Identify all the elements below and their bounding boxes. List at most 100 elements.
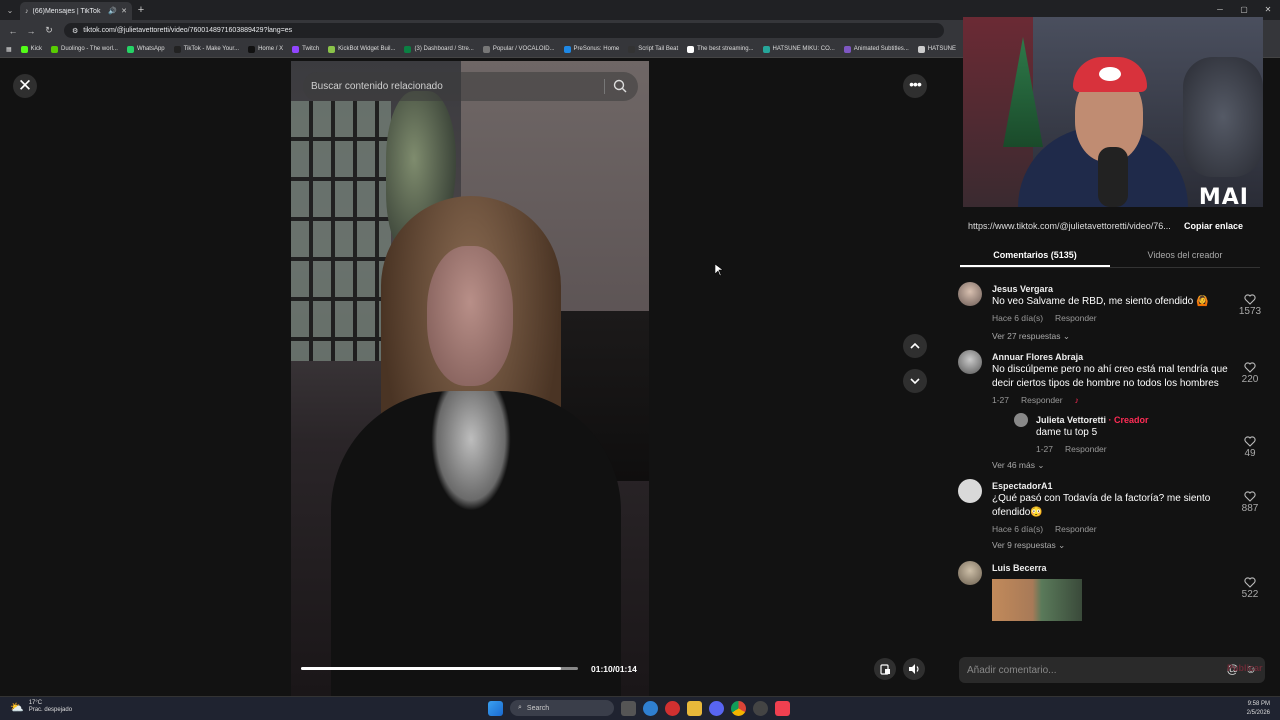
windows-start-icon[interactable] [488, 700, 503, 716]
reply-button[interactable]: Responder [1055, 524, 1097, 534]
comment-username[interactable]: Julieta Vettoretti [1036, 415, 1106, 425]
heart-icon [1244, 491, 1256, 502]
comment-date: Hace 6 día(s) [992, 524, 1044, 534]
view-replies-button[interactable]: Ver 9 respuestas ⌄ [992, 540, 1230, 551]
close-video-button[interactable]: ✕ [13, 74, 37, 98]
reply-button[interactable]: Responder [1055, 313, 1097, 323]
webcam-person-cap [1073, 57, 1147, 92]
reply-button[interactable]: Responder [1021, 395, 1063, 405]
bookmark-item[interactable]: HATSUNE [917, 45, 956, 53]
bookmark-label: WhatsApp [136, 46, 165, 52]
avatar[interactable] [958, 350, 982, 374]
bookmark-item[interactable]: Popular / VOCALOID... [482, 45, 555, 53]
bookmark-label: (3) Dashboard / Stre... [414, 46, 474, 52]
reply-button[interactable]: Responder [1065, 444, 1107, 454]
bookmark-favicon-icon [404, 45, 412, 53]
avatar[interactable] [958, 561, 982, 585]
next-video-button[interactable] [903, 369, 927, 393]
bookmark-item[interactable]: WhatsApp [126, 45, 165, 53]
discord-icon[interactable] [709, 700, 724, 716]
tab-audio-icon[interactable]: 🔊 [108, 7, 117, 15]
bookmark-item[interactable]: Twitch [292, 45, 319, 53]
file-explorer-icon[interactable] [687, 700, 702, 716]
previous-video-button[interactable] [903, 334, 927, 358]
bookmark-item[interactable]: Duolingo - The worl... [51, 45, 118, 53]
comment-item: EspectadorA1 ¿Qué pasó con Todavía de la… [958, 479, 1270, 551]
music-app-icon[interactable] [775, 700, 790, 716]
bookmark-item[interactable]: TikTok - Make Your... [173, 45, 239, 53]
bookmark-item[interactable]: Home / X [248, 45, 283, 53]
webcam-logo: MAI [1198, 185, 1249, 207]
comment-username[interactable]: Annuar Flores Abraja [992, 352, 1230, 362]
publish-button[interactable]: Publicar [1227, 663, 1263, 673]
system-clock[interactable]: 9:58 PM 2/5/2026 [1247, 700, 1270, 718]
more-options-button[interactable]: ••• [903, 74, 927, 98]
bookmark-item[interactable]: PreSonus: Home [563, 45, 619, 53]
tab-search-icon[interactable]: ⌄ [0, 0, 20, 20]
webcam-bg-drums [1183, 57, 1263, 177]
comment-item: Jesus Vergara No veo Salvame de RBD, me … [958, 282, 1270, 342]
weather-widget[interactable]: ⛅ 17°C Prac. despejado [10, 700, 72, 714]
forward-icon[interactable]: → [22, 26, 40, 36]
volume-button[interactable] [903, 658, 925, 680]
comment-username[interactable]: EspectadorA1 [992, 481, 1230, 491]
video-person-necklace [431, 391, 511, 511]
site-info-icon[interactable]: ⚙ [72, 27, 78, 35]
bookmark-label: Popular / VOCALOID... [492, 46, 555, 52]
picture-in-picture-button[interactable] [874, 658, 896, 680]
weather-desc: Prac. despejado [28, 707, 73, 713]
bookmark-item[interactable]: The best streaming... [687, 45, 754, 53]
bookmark-item[interactable]: Kick [20, 45, 42, 53]
pip-icon [879, 663, 890, 675]
bookmark-item[interactable]: (3) Dashboard / Stre... [404, 45, 474, 53]
like-button[interactable]: 49 [1236, 436, 1264, 459]
tab-comments[interactable]: Comentarios (5135) [960, 245, 1110, 267]
avatar[interactable] [958, 282, 982, 306]
bookmark-favicon-icon [292, 45, 300, 53]
apps-grid-icon[interactable]: ▦ [6, 46, 12, 53]
task-view-icon[interactable] [621, 700, 636, 716]
chrome-icon[interactable] [731, 700, 746, 716]
bookmark-item[interactable]: Animated Subtitles... [843, 45, 909, 53]
bookmark-item[interactable]: HATSUNE MIKU: CO... [762, 45, 835, 53]
tab-creator-videos[interactable]: Videos del creador [1110, 245, 1260, 267]
obs-icon[interactable] [753, 700, 768, 716]
new-tab-button[interactable]: + [132, 4, 150, 16]
view-more-replies-button[interactable]: Ver 46 más ⌄ [992, 460, 1230, 471]
back-icon[interactable]: ← [4, 26, 22, 36]
taskbar-search[interactable]: ⌕ Search [510, 700, 614, 716]
bookmark-item[interactable]: Script Tail Beat [628, 45, 678, 53]
like-button[interactable]: 220 [1236, 362, 1264, 385]
reload-icon[interactable]: ↻ [40, 25, 58, 36]
share-link-url[interactable]: https://www.tiktok.com/@julietavettorett… [959, 217, 1174, 235]
avatar[interactable] [1014, 413, 1028, 427]
avatar[interactable] [958, 479, 982, 503]
bookmark-label: KickBot Widget Buil... [338, 46, 396, 52]
like-button[interactable]: 522 [1236, 577, 1264, 600]
edge-icon[interactable] [643, 700, 658, 716]
view-replies-button[interactable]: Ver 27 respuestas ⌄ [992, 331, 1230, 342]
search-icon[interactable] [612, 78, 628, 94]
browser-tab[interactable]: ♪ (66)Mensajes | TikTok 🔊 ✕ [20, 2, 132, 20]
share-link-row: https://www.tiktok.com/@julietavettorett… [959, 217, 1259, 235]
opera-icon[interactable] [665, 700, 680, 716]
heart-icon [1244, 294, 1256, 305]
tab-close-icon[interactable]: ✕ [121, 7, 127, 15]
video-progress-bar[interactable] [301, 667, 578, 670]
copy-link-button[interactable]: Copiar enlace [1184, 221, 1243, 231]
comment-username[interactable]: Jesus Vergara [992, 284, 1230, 294]
chevron-up-icon [910, 342, 920, 349]
tab-title: (66)Mensajes | TikTok [32, 7, 101, 15]
like-button[interactable]: 887 [1236, 491, 1264, 514]
video-player[interactable] [291, 61, 649, 696]
like-button[interactable]: 1573 [1236, 294, 1264, 317]
url-text: tiktok.com/@julietavettoretti/video/7600… [83, 27, 293, 34]
comment-image[interactable] [992, 579, 1082, 621]
comment-username[interactable]: Luis Becerra [992, 563, 1230, 573]
related-search-input[interactable]: Buscar contenido relacionado [303, 72, 638, 101]
comment-input[interactable]: Añadir comentario... @ ☺ [959, 657, 1265, 683]
comments-list: Jesus Vergara No veo Salvame de RBD, me … [958, 282, 1270, 642]
webcam-microphone [1098, 147, 1128, 207]
bookmark-item[interactable]: KickBot Widget Buil... [328, 45, 396, 53]
url-input[interactable]: ⚙ tiktok.com/@julietavettoretti/video/76… [64, 23, 944, 38]
